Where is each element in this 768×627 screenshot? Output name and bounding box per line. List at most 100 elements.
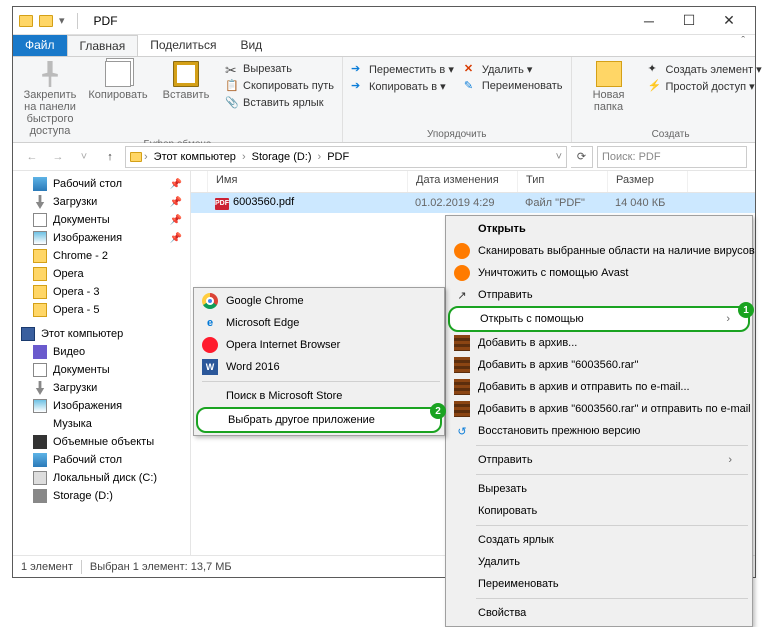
maximize-button[interactable]: ☐: [669, 7, 709, 35]
pin-icon: 📌: [170, 215, 182, 226]
app-edge[interactable]: eMicrosoft Edge: [196, 312, 442, 334]
nav-thispc[interactable]: Этот компьютер: [13, 325, 190, 343]
refresh-button[interactable]: ⟳: [571, 146, 593, 168]
avast-icon: [454, 265, 470, 281]
ctx-addarchive[interactable]: Добавить в архив...: [448, 332, 750, 354]
file-row[interactable]: PDF6003560.pdf 01.02.2019 4:29 Файл "PDF…: [191, 193, 755, 213]
nav-item[interactable]: Документы: [13, 361, 190, 379]
app-chrome[interactable]: Google Chrome: [196, 290, 442, 312]
nav-icon: [33, 267, 47, 281]
choose-other-app[interactable]: Выбрать другое приложение2: [196, 407, 442, 433]
nav-icon: [33, 453, 47, 467]
nav-item[interactable]: Видео: [13, 343, 190, 361]
ctx-shred[interactable]: Уничтожить с помощью Avast: [448, 262, 750, 284]
nav-item[interactable]: Документы📌: [13, 211, 190, 229]
rar-icon: [454, 335, 470, 351]
col-name[interactable]: Имя: [208, 171, 408, 192]
ctx-addemail[interactable]: Добавить в архив и отправить по e-mail..…: [448, 376, 750, 398]
copy-button[interactable]: Копировать: [89, 61, 147, 101]
ctx-addraremail[interactable]: Добавить в архив "6003560.rar" и отправи…: [448, 398, 750, 420]
ctx-restore[interactable]: ↺Восстановить прежнюю версию: [448, 420, 750, 442]
breadcrumb-item[interactable]: Storage (D:): [248, 151, 316, 163]
moveto-button[interactable]: ➔Переместить в ▾: [351, 61, 454, 77]
item-count: 1 элемент: [21, 561, 73, 573]
ctx-open[interactable]: Открыть: [448, 218, 750, 240]
ctx-copy[interactable]: Копировать: [448, 500, 750, 522]
breadcrumb-item[interactable]: PDF: [323, 151, 353, 163]
ribbon-tabs: Файл Главная Поделиться Вид ˆ: [13, 35, 755, 57]
tab-file[interactable]: Файл: [13, 35, 67, 56]
ctx-sendto[interactable]: Отправить›: [448, 449, 750, 471]
pin-button[interactable]: Закрепить на панели быстрого доступа: [21, 61, 79, 137]
breadcrumb-item[interactable]: Этот компьютер: [150, 151, 240, 163]
search-store[interactable]: Поиск в Microsoft Store: [196, 385, 442, 407]
nav-item[interactable]: Музыка: [13, 415, 190, 433]
app-opera[interactable]: Opera Internet Browser: [196, 334, 442, 356]
nav-pane[interactable]: Рабочий стол📌Загрузки📌Документы📌Изображе…: [13, 171, 191, 555]
column-headers[interactable]: Имя Дата изменения Тип Размер: [191, 171, 755, 193]
app-word[interactable]: WWord 2016: [196, 356, 442, 378]
collapse-ribbon-icon[interactable]: ˆ: [731, 35, 755, 56]
nav-icon: [33, 435, 47, 449]
nav-item[interactable]: Opera - 5: [13, 301, 190, 319]
ctx-scan[interactable]: Сканировать выбранные области на наличие…: [448, 240, 750, 262]
nav-icon: [33, 249, 47, 263]
minimize-button[interactable]: ─: [629, 7, 669, 35]
breadcrumb[interactable]: › Этот компьютер› Storage (D:)› PDF ˅: [125, 146, 567, 168]
nav-item[interactable]: Локальный диск (C:): [13, 469, 190, 487]
nav-item[interactable]: Chrome - 2: [13, 247, 190, 265]
ctx-addrar[interactable]: Добавить в архив "6003560.rar": [448, 354, 750, 376]
qat-dropdown-icon[interactable]: ▾: [59, 14, 65, 27]
pdf-icon: PDF: [215, 198, 229, 210]
ctx-delete[interactable]: Удалить: [448, 551, 750, 573]
qat-icon[interactable]: [39, 15, 53, 27]
tab-view[interactable]: Вид: [228, 35, 274, 56]
nav-item[interactable]: Opera: [13, 265, 190, 283]
tab-home[interactable]: Главная: [67, 35, 139, 56]
newfolder-button[interactable]: Новая папка: [580, 61, 638, 113]
pin-icon: 📌: [170, 233, 182, 244]
nav-icon: [33, 195, 47, 209]
col-type[interactable]: Тип: [518, 171, 608, 192]
up-button[interactable]: ↑: [99, 146, 121, 168]
nav-item[interactable]: Загрузки: [13, 379, 190, 397]
ctx-share[interactable]: ↗Отправить: [448, 284, 750, 306]
selection-info: Выбран 1 элемент: 13,7 МБ: [90, 561, 232, 573]
ctx-properties[interactable]: Свойства: [448, 602, 750, 624]
col-size[interactable]: Размер: [608, 171, 688, 192]
ctx-cut[interactable]: Вырезать: [448, 478, 750, 500]
location-icon: [130, 152, 142, 162]
pc-icon: [21, 327, 35, 341]
copypath-button[interactable]: 📋Скопировать путь: [225, 78, 334, 94]
breadcrumb-dropdown-icon[interactable]: ˅: [556, 151, 562, 163]
tab-share[interactable]: Поделиться: [138, 35, 228, 56]
col-date[interactable]: Дата изменения: [408, 171, 518, 192]
forward-button[interactable]: →: [47, 146, 69, 168]
easyaccess-button[interactable]: ⚡Простой доступ ▾: [648, 78, 762, 94]
ctx-openwith[interactable]: Открыть с помощью›1: [448, 306, 750, 332]
ctx-rename[interactable]: Переименовать: [448, 573, 750, 595]
nav-item[interactable]: Storage (D:): [13, 487, 190, 505]
chrome-icon: [202, 293, 218, 309]
search-input[interactable]: Поиск: PDF: [597, 146, 747, 168]
nav-item[interactable]: Объемные объекты: [13, 433, 190, 451]
nav-item[interactable]: Загрузки📌: [13, 193, 190, 211]
nav-item[interactable]: Opera - 3: [13, 283, 190, 301]
close-button[interactable]: ✕: [709, 7, 749, 35]
delete-button[interactable]: ✕Удалить ▾: [464, 61, 563, 77]
recent-button[interactable]: ˅: [73, 146, 95, 168]
pasteshortcut-button[interactable]: 📎Вставить ярлык: [225, 95, 334, 111]
copyto-button[interactable]: ➔Копировать в ▾: [351, 78, 454, 94]
address-bar: ← → ˅ ↑ › Этот компьютер› Storage (D:)› …: [13, 143, 755, 171]
newitem-button[interactable]: ✦Создать элемент ▾: [648, 61, 762, 77]
nav-item[interactable]: Рабочий стол📌: [13, 175, 190, 193]
nav-item[interactable]: Изображения: [13, 397, 190, 415]
opera-icon: [202, 337, 218, 353]
rename-button[interactable]: ✎Переименовать: [464, 78, 563, 94]
paste-button[interactable]: Вставить: [157, 61, 215, 101]
nav-item[interactable]: Изображения📌: [13, 229, 190, 247]
cut-button[interactable]: ✂Вырезать: [225, 61, 334, 77]
nav-item[interactable]: Рабочий стол: [13, 451, 190, 469]
back-button[interactable]: ←: [21, 146, 43, 168]
ctx-shortcut[interactable]: Создать ярлык: [448, 529, 750, 551]
